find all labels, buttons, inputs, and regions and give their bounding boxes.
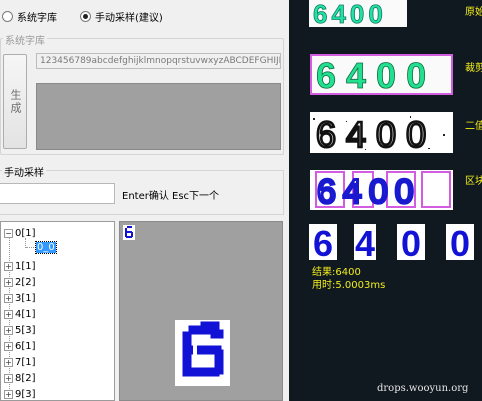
- radio-system-font-label: 系统字库: [17, 13, 57, 24]
- tree-node-label: 3[1]: [15, 292, 36, 304]
- expand-icon[interactable]: +: [4, 261, 13, 271]
- stage-label-binarized: 二值化: [465, 121, 482, 132]
- tree-node-label: 5[3]: [15, 324, 36, 336]
- font-preview-area: [36, 83, 281, 150]
- system-font-group-title: 系统字库: [3, 32, 47, 47]
- tree-node-1[interactable]: + 1[1]: [4, 259, 36, 273]
- captcha-binarized: 6400: [310, 112, 453, 153]
- generate-button[interactable]: 生成: [3, 54, 27, 149]
- segment-digit-1: 6: [309, 224, 337, 260]
- expand-icon[interactable]: +: [4, 341, 13, 351]
- sample-preview: [119, 221, 283, 401]
- captcha-original: 6400: [309, 0, 407, 27]
- expand-icon[interactable]: +: [4, 373, 13, 383]
- svg-text:6400: 6400: [317, 173, 421, 210]
- generate-button-label: 生成: [9, 88, 22, 115]
- svg-text:0: 0: [401, 224, 421, 260]
- tree-node-9[interactable]: + 9[3]: [4, 387, 36, 400]
- manual-sample-group-title: 手动采样: [2, 164, 46, 179]
- tree-node-5[interactable]: + 5[3]: [4, 323, 36, 337]
- expand-icon[interactable]: +: [4, 357, 13, 367]
- tree-node-7[interactable]: + 7[1]: [4, 355, 36, 369]
- tree-connector: [26, 246, 34, 248]
- tree-node-label: 4[1]: [15, 308, 36, 320]
- sample-char-input[interactable]: [0, 183, 115, 204]
- watermark: drops.wooyun.org: [377, 383, 469, 394]
- sample-thumbnail: [123, 225, 135, 240]
- segment-digit-2: 4: [354, 224, 376, 260]
- radio-manual-sample-circle[interactable]: [80, 11, 91, 22]
- tree-node-label: 7[1]: [15, 356, 36, 368]
- tree-node-8[interactable]: + 8[2]: [4, 371, 36, 385]
- elapsed-time: 用时:5.0003ms: [312, 280, 386, 291]
- svg-text:6400: 6400: [313, 0, 387, 27]
- expand-icon[interactable]: +: [4, 293, 13, 303]
- tree-node-label: 1[1]: [15, 260, 36, 272]
- tree-node-label: 8[2]: [15, 372, 36, 384]
- svg-text:4: 4: [355, 224, 375, 260]
- tree-node-3[interactable]: + 3[1]: [4, 291, 36, 305]
- tree-node-label-selected: 0_0: [35, 240, 57, 254]
- system-font-group: 系统字库 生成 123456789abcdefghijklmnopqrstuvw…: [0, 32, 284, 155]
- expand-icon[interactable]: +: [4, 277, 13, 287]
- expand-icon[interactable]: +: [4, 389, 13, 399]
- collapse-icon[interactable]: −: [4, 228, 13, 238]
- tree-node-0-child[interactable]: 0_0: [26, 240, 57, 254]
- captcha-blocks: 6400: [310, 170, 453, 210]
- charset-input[interactable]: 123456789abcdefghijklmnopqrstuvwxyzABCDE…: [36, 53, 281, 69]
- radio-manual-sample-label: 手动采样(建议): [95, 13, 163, 24]
- tree-node-4[interactable]: + 4[1]: [4, 307, 36, 321]
- radio-system-font-circle[interactable]: [2, 11, 13, 22]
- svg-text:6400: 6400: [316, 114, 436, 153]
- tree-node-0[interactable]: − 0[1]: [4, 226, 36, 240]
- tree-node-2[interactable]: + 2[2]: [4, 275, 36, 289]
- stage-label-original: 原始: [465, 7, 482, 18]
- captcha-cropped: 6400: [310, 54, 453, 95]
- stage-label-cropped: 裁剪: [465, 63, 482, 74]
- tree-node-label: 0[1]: [15, 227, 36, 239]
- radio-manual-sample[interactable]: 手动采样(建议): [80, 9, 163, 24]
- tree-node-label: 9[3]: [15, 388, 36, 400]
- segment-digit-4: 0: [446, 224, 474, 260]
- svg-text:6400: 6400: [316, 55, 436, 95]
- sample-glyph-zoom: [175, 320, 230, 386]
- svg-text:0: 0: [450, 224, 470, 260]
- sample-tree[interactable]: − 0[1] 0_0 + 1[1] + 2[2] + 3[1] + 4[1] +…: [0, 221, 115, 401]
- radio-system-font[interactable]: 系统字库: [2, 9, 57, 24]
- manual-sample-group: 手动采样 Enter确认 Esc下一个: [0, 164, 284, 215]
- expand-icon[interactable]: +: [4, 325, 13, 335]
- expand-icon[interactable]: +: [4, 309, 13, 319]
- tree-node-6[interactable]: + 6[1]: [4, 339, 36, 353]
- svg-text:6: 6: [313, 224, 333, 260]
- segment-digit-3: 0: [397, 224, 425, 260]
- tree-node-label: 6[1]: [15, 340, 36, 352]
- tree-node-label: 2[2]: [15, 276, 36, 288]
- left-panel: 系统字库 手动采样(建议) 系统字库 生成 123456789abcdefghi…: [0, 0, 289, 401]
- sample-hint: Enter确认 Esc下一个: [122, 191, 220, 202]
- stage-label-blocks: 区块: [465, 176, 482, 187]
